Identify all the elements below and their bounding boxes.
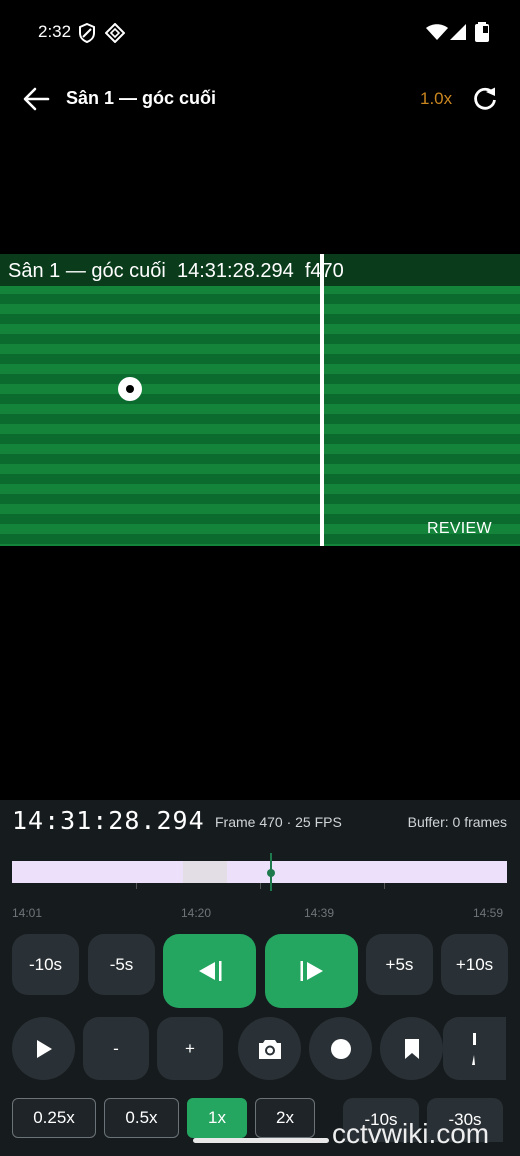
timeline-tick <box>260 883 261 889</box>
timeline-scrubber[interactable] <box>12 853 507 891</box>
timeline-label: 14:20 <box>181 906 212 920</box>
step-forward-icon <box>300 961 323 981</box>
camera-icon <box>258 1039 281 1059</box>
speed-chip-0-5x[interactable]: 0.5x <box>104 1098 179 1138</box>
goal-line <box>320 254 324 546</box>
buffer-info: Buffer: 0 frames <box>407 814 507 830</box>
skip-forward-10s-label: +10s <box>455 954 494 974</box>
speed-chip-label: 2x <box>276 1108 294 1127</box>
frame-info: Frame 470 · 25 FPS <box>215 814 342 830</box>
overflow-icon <box>471 1032 476 1065</box>
skip-back-10s-label: -10s <box>28 954 63 974</box>
next-frame-button[interactable] <box>265 934 358 1008</box>
more-actions-button[interactable] <box>443 1017 506 1080</box>
app-bar: Sân 1 — góc cuối 1.0x <box>0 66 520 130</box>
zoom-in-label: + <box>185 1038 195 1058</box>
speed-chip-label: 1x <box>208 1108 226 1127</box>
bookmark-icon <box>404 1038 419 1059</box>
playback-speed-label[interactable]: 1.0x <box>420 89 452 109</box>
timeline-label-end: 14:59 <box>473 906 504 920</box>
timeline-playhead-knob[interactable] <box>267 869 275 877</box>
step-back-icon <box>198 961 221 981</box>
zoom-out-label: - <box>113 1038 119 1058</box>
previous-frame-button[interactable] <box>163 934 256 1008</box>
watermark: cctvwiki.com <box>332 1118 490 1149</box>
record-icon <box>330 1038 351 1059</box>
battery-icon <box>475 22 489 42</box>
wifi-icon <box>426 24 448 40</box>
video-overlay-text: Sân 1 — góc cuối 14:31:28.294 f470 <box>8 260 344 282</box>
skip-back-5s-label: -5s <box>109 954 134 974</box>
timeline-label-start: 14:01 <box>12 906 43 920</box>
video-frame[interactable]: Sân 1 — góc cuối 14:31:28.294 f470 REVIE… <box>0 254 520 546</box>
back-arrow-icon[interactable] <box>22 86 50 112</box>
play-icon <box>36 1039 52 1058</box>
timeline-tick <box>136 883 137 889</box>
status-time: 2:32 <box>38 22 72 41</box>
speed-chip-2x[interactable]: 2x <box>255 1098 315 1138</box>
skip-back-5s-button[interactable]: -5s <box>88 934 155 995</box>
speed-chip-1x[interactable]: 1x <box>187 1098 247 1138</box>
shield-icon <box>79 23 95 43</box>
speed-chip-0-25x[interactable]: 0.25x <box>12 1098 96 1138</box>
diamond-grid-icon <box>105 23 125 43</box>
skip-back-10s-button[interactable]: -10s <box>12 934 79 995</box>
home-indicator[interactable] <box>193 1138 329 1143</box>
snapshot-button[interactable] <box>238 1017 301 1080</box>
page-title: Sân 1 — góc cuối <box>66 88 217 108</box>
timecode: 14:31:28.294 <box>12 806 205 835</box>
speed-chip-label: 0.5x <box>125 1108 158 1127</box>
signal-icon <box>450 24 466 40</box>
control-panel: 14:31:28.294 Frame 470 · 25 FPS Buffer: … <box>0 800 520 1156</box>
skip-forward-5s-button[interactable]: +5s <box>366 934 433 995</box>
zoom-in-button[interactable]: + <box>157 1017 223 1080</box>
record-button[interactable] <box>309 1017 372 1080</box>
timeline-label: 14:39 <box>304 906 335 920</box>
skip-forward-10s-button[interactable]: +10s <box>441 934 508 995</box>
timeline-buffer-segment <box>183 861 227 883</box>
bookmark-button[interactable] <box>380 1017 443 1080</box>
review-label: REVIEW <box>427 520 492 537</box>
zoom-out-button[interactable]: - <box>83 1017 149 1080</box>
refresh-icon[interactable] <box>472 86 498 112</box>
skip-forward-5s-label: +5s <box>385 954 414 974</box>
play-button[interactable] <box>12 1017 75 1080</box>
status-bar: 2:32 <box>0 0 520 66</box>
speed-chip-label: 0.25x <box>33 1108 75 1127</box>
ball-marker <box>118 377 142 401</box>
timeline-tick <box>384 883 385 889</box>
